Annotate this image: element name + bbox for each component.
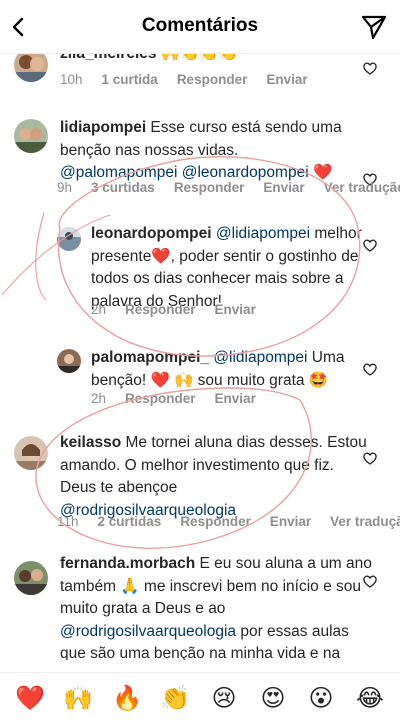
mention-link[interactable]: @rodrigosilvaarqueologia xyxy=(60,623,236,640)
heart-eyes-emoji-button[interactable]: 😍 xyxy=(258,683,288,713)
comment-text: leonardopompei @lidiapompei melhor prese… xyxy=(91,225,362,310)
fire-emoji-button[interactable]: 🔥 xyxy=(112,683,142,713)
direct-message-button[interactable] xyxy=(360,13,388,41)
comment-meta: 11h 2 curtidas Responder Enviar Ver tradução xyxy=(57,514,400,529)
surprised-emoji-button[interactable]: 😮 xyxy=(306,683,336,713)
comments-feed[interactable]: zila_meireles 🙌👏👏👏 10h1 curtidaResponder… xyxy=(0,40,400,660)
likes-count[interactable]: 2 curtidas xyxy=(98,514,162,529)
comment-time: 2h xyxy=(91,391,107,406)
comment-time: 11h xyxy=(57,514,79,529)
heart-icon[interactable] xyxy=(362,573,378,589)
quick-reactions-bar: ❤️ 🙌 🔥 👏 😢 😍 😮 😂 xyxy=(0,672,400,720)
avatar[interactable] xyxy=(14,119,48,153)
send-button[interactable]: Enviar xyxy=(263,180,304,195)
send-button[interactable]: Enviar xyxy=(270,514,311,529)
heart-icon[interactable] xyxy=(362,450,378,466)
reply-button[interactable]: Responder xyxy=(125,391,196,406)
send-button[interactable]: Enviar xyxy=(266,72,307,87)
reply-button[interactable]: Responder xyxy=(180,514,251,529)
comment-text: fernanda.morbach E eu sou aluna a um ano… xyxy=(60,555,372,660)
mention-link[interactable]: @leonardopompei xyxy=(182,164,309,181)
translate-button[interactable]: Ver tradução xyxy=(324,180,400,195)
send-button[interactable]: Enviar xyxy=(215,391,256,406)
comment-time: 2h xyxy=(91,302,107,317)
send-button[interactable]: Enviar xyxy=(215,302,256,317)
likes-count[interactable]: 1 curtida xyxy=(102,72,158,87)
comment-meta: 2h Responder Enviar xyxy=(91,391,275,406)
paper-plane-icon xyxy=(361,15,387,40)
comment-username[interactable]: keilasso xyxy=(60,434,121,451)
likes-count[interactable]: 3 curtidas xyxy=(91,180,155,195)
laughing-emoji-button[interactable]: 😂 xyxy=(355,683,385,713)
heart-icon[interactable] xyxy=(362,361,378,377)
comment-meta: 10h 1 curtida Responder Enviar xyxy=(60,72,327,87)
avatar[interactable] xyxy=(57,349,81,373)
comment-username[interactable]: palomapompei_ xyxy=(91,349,209,366)
comment-meta: 9h 3 curtidas Responder Enviar Ver tradução xyxy=(57,180,400,195)
heart-icon[interactable] xyxy=(362,60,378,76)
comment-meta: 2h Responder Enviar xyxy=(91,302,275,317)
comment-time: 10h xyxy=(60,72,83,87)
heart-emoji-button[interactable]: ❤️ xyxy=(15,683,45,713)
mention-link[interactable]: @lidiapompei xyxy=(213,349,307,366)
page-title: Comentários xyxy=(141,15,259,36)
avatar[interactable] xyxy=(14,561,48,595)
comment-time: 9h xyxy=(57,180,73,195)
mention-link[interactable]: @palomapompei xyxy=(60,164,177,181)
clapping-emoji-button[interactable]: 👏 xyxy=(160,683,190,713)
comment-text: keilasso Me tornei aluna dias desses. Es… xyxy=(60,434,367,519)
comment-username[interactable]: lidiapompei xyxy=(60,119,146,136)
comment-text: lidiapompei Esse curso está sendo uma be… xyxy=(60,119,342,181)
avatar[interactable] xyxy=(14,436,48,470)
comment-username[interactable]: leonardopompei xyxy=(91,225,212,242)
raised-hands-emoji-button[interactable]: 🙌 xyxy=(63,683,93,713)
reply-button[interactable]: Responder xyxy=(177,72,248,87)
avatar[interactable] xyxy=(57,227,81,251)
comment-username[interactable]: fernanda.morbach xyxy=(60,555,195,572)
heart-icon[interactable] xyxy=(362,237,378,253)
header-bar: Comentários xyxy=(0,0,400,54)
translate-button[interactable]: Ver tradução xyxy=(330,514,400,529)
reply-button[interactable]: Responder xyxy=(174,180,245,195)
crying-emoji-button[interactable]: 😢 xyxy=(209,683,239,713)
reply-button[interactable]: Responder xyxy=(125,302,196,317)
mention-link[interactable]: @lidiapompei xyxy=(216,225,310,242)
comment-text: palomapompei_ @lidiapompei Uma benção! ❤… xyxy=(91,349,345,389)
